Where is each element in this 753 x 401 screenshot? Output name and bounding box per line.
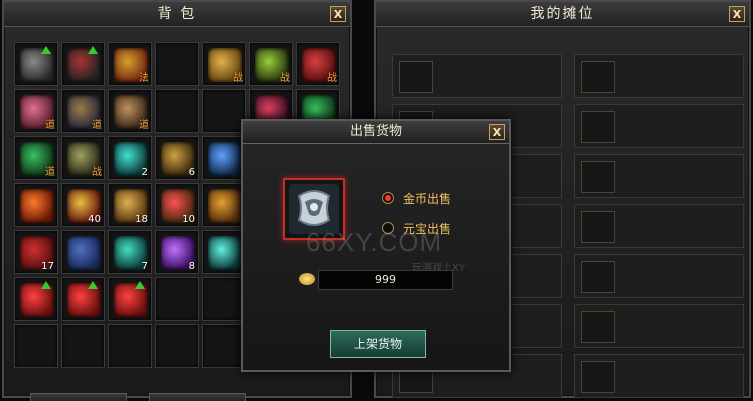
item-count: 10 [182,214,195,225]
bag-slot[interactable]: 法 [108,42,152,86]
stall-slot[interactable] [574,104,744,148]
bag-slot[interactable] [61,42,105,86]
gold-coin-icon [299,273,315,285]
stall-slot[interactable] [574,354,744,398]
bag-slot[interactable]: 战 [202,42,246,86]
teal-orb-icon [208,236,242,270]
bag-slot[interactable]: 战 [249,42,293,86]
bag-slot[interactable]: 战 [296,42,340,86]
blue-potion-icon [208,142,242,176]
bag-slot[interactable]: 8 [155,230,199,274]
bag-slot[interactable] [155,42,199,86]
bag-slot[interactable]: 6 [155,136,199,180]
item-count: 7 [141,261,148,272]
bag-slot[interactable]: 10 [155,183,199,227]
bag-slot[interactable] [202,89,246,133]
stall-item-box [581,361,615,393]
bag-title: 背 包 [4,2,350,27]
bag-slot[interactable] [14,183,58,227]
stall-slot[interactable] [574,204,744,248]
item-count: 40 [88,214,101,225]
sell-dialog-close-button[interactable]: X [489,124,505,140]
upgrade-arrow-icon [88,281,98,289]
item-class-tag: 道 [139,120,149,131]
item-count: 8 [188,261,195,272]
stall-item-box [581,161,615,193]
bag-slot[interactable]: 18 [108,183,152,227]
blue-book-icon [67,236,101,270]
bag-slot[interactable]: 2 [108,136,152,180]
bag-close-button[interactable]: X [330,6,346,22]
bag-slot[interactable]: 道 [61,89,105,133]
item-count: 6 [188,167,195,178]
bag-slot[interactable]: 40 [61,183,105,227]
price-input[interactable]: 999 [318,270,453,290]
stall-slot[interactable] [574,54,744,98]
bag-slot[interactable] [155,89,199,133]
item-class-tag: 法 [139,73,149,84]
fire-orb-icon [20,189,54,223]
bag-slot[interactable]: 战 [61,136,105,180]
stall-item-box [581,61,615,93]
stall-item-box [581,311,615,343]
item-class-tag: 战 [92,167,102,178]
bag-slot[interactable]: 道 [108,89,152,133]
stall-item-box [399,61,433,93]
bag-slot[interactable]: 17 [14,230,58,274]
bag-slot[interactable] [202,136,246,180]
item-count: 17 [41,261,54,272]
bag-slot[interactable]: 7 [108,230,152,274]
item-class-tag: 战 [233,73,243,84]
stall-item-box [581,211,615,243]
item-class-tag: 道 [92,120,102,131]
stall-close-button[interactable]: X [729,6,745,22]
item-count: 18 [135,214,148,225]
stall-item-box [581,261,615,293]
upgrade-arrow-icon [88,46,98,54]
sell-dialog-title: 出售货物 [243,121,509,144]
bag-slot[interactable] [61,277,105,321]
sell-gold-label[interactable]: 金币出售 [403,190,451,207]
item-class-tag: 战 [327,73,337,84]
bag-slot[interactable]: 道 [14,136,58,180]
bag-slot[interactable] [202,183,246,227]
bag-slot[interactable] [61,324,105,368]
stall-slot[interactable] [574,304,744,348]
upgrade-arrow-icon [135,281,145,289]
bag-slot[interactable] [14,42,58,86]
item-count: 2 [141,167,148,178]
bag-slot[interactable] [202,230,246,274]
stall-slot[interactable] [574,154,744,198]
tiger-mask-icon [208,189,242,223]
watermark-text: 66XY.COM [306,227,443,257]
item-class-tag: 道 [45,167,55,178]
stall-slot[interactable] [574,254,744,298]
stall-item-box [581,111,615,143]
stall-title: 我的摊位 [376,2,749,27]
stall-slot[interactable] [392,54,562,98]
upgrade-arrow-icon [41,46,51,54]
bag-slot[interactable] [202,324,246,368]
bag-slot[interactable] [14,277,58,321]
item-class-tag: 战 [280,73,290,84]
upgrade-arrow-icon [41,281,51,289]
bag-slot[interactable]: 道 [14,89,58,133]
bag-slot[interactable] [61,230,105,274]
list-goods-button[interactable]: 上架货物 [330,330,426,358]
bag-slot[interactable] [14,324,58,368]
bag-slot[interactable] [108,277,152,321]
bag-slot[interactable] [108,324,152,368]
bag-slot[interactable] [155,277,199,321]
bag-slot[interactable] [155,324,199,368]
sell-gold-radio[interactable] [382,192,394,204]
item-class-tag: 道 [45,120,55,131]
bag-slot[interactable] [202,277,246,321]
